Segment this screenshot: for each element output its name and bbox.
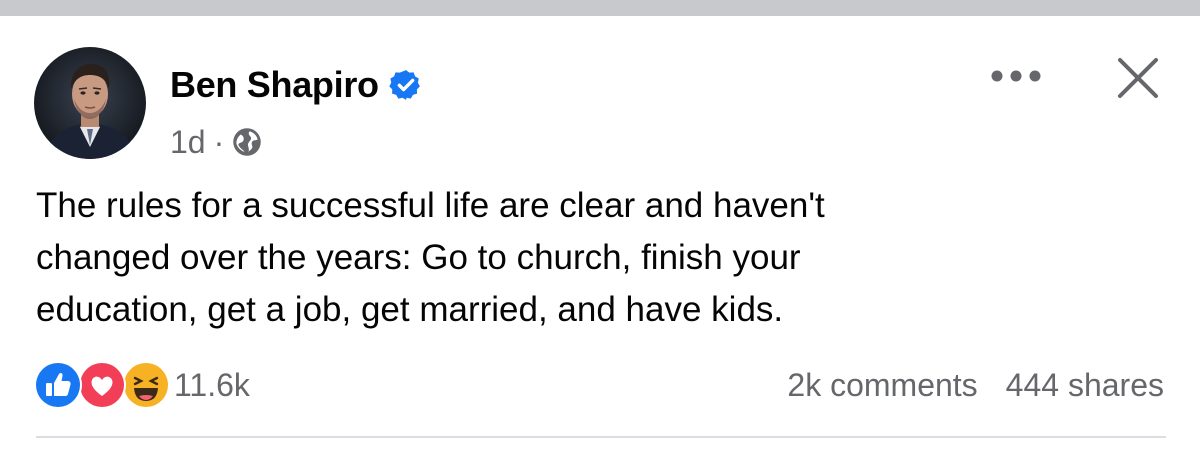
post-text: The rules for a successful life are clea… — [36, 180, 1156, 336]
close-button[interactable] — [1108, 52, 1168, 108]
reaction-icons — [34, 360, 170, 410]
reactions-summary[interactable]: 11.6k — [34, 360, 250, 410]
more-horizontal-icon — [990, 69, 1042, 88]
post-card: Ben Shapiro 1d · The rules for a success… — [0, 0, 1200, 462]
post-meta: 1d · — [170, 120, 262, 164]
reaction-count[interactable]: 11.6k — [174, 367, 250, 404]
more-options-button[interactable] — [984, 58, 1048, 98]
close-icon — [1116, 56, 1160, 105]
love-icon — [78, 361, 126, 409]
avatar-photo — [34, 47, 146, 159]
avatar[interactable] — [34, 47, 146, 159]
post-text-line: education, get a job, get married, and h… — [36, 290, 784, 329]
haha-icon — [122, 361, 170, 409]
divider — [36, 436, 1166, 438]
shares-count-link[interactable]: 444 shares — [1006, 367, 1164, 404]
post-text-line: The rules for a successful life are clea… — [36, 186, 825, 225]
meta-separator: · — [213, 123, 225, 160]
post-stats: 2k comments 444 shares — [787, 360, 1164, 410]
author-name[interactable]: Ben Shapiro — [170, 64, 379, 106]
globe-icon — [232, 127, 262, 157]
top-band — [0, 0, 1200, 16]
post-time[interactable]: 1d — [170, 124, 206, 161]
author-row: Ben Shapiro — [170, 62, 423, 108]
verified-badge-icon — [389, 68, 423, 102]
comments-count-link[interactable]: 2k comments — [787, 367, 977, 404]
like-icon — [34, 361, 82, 409]
post-text-line: changed over the years: Go to church, fi… — [36, 238, 801, 277]
